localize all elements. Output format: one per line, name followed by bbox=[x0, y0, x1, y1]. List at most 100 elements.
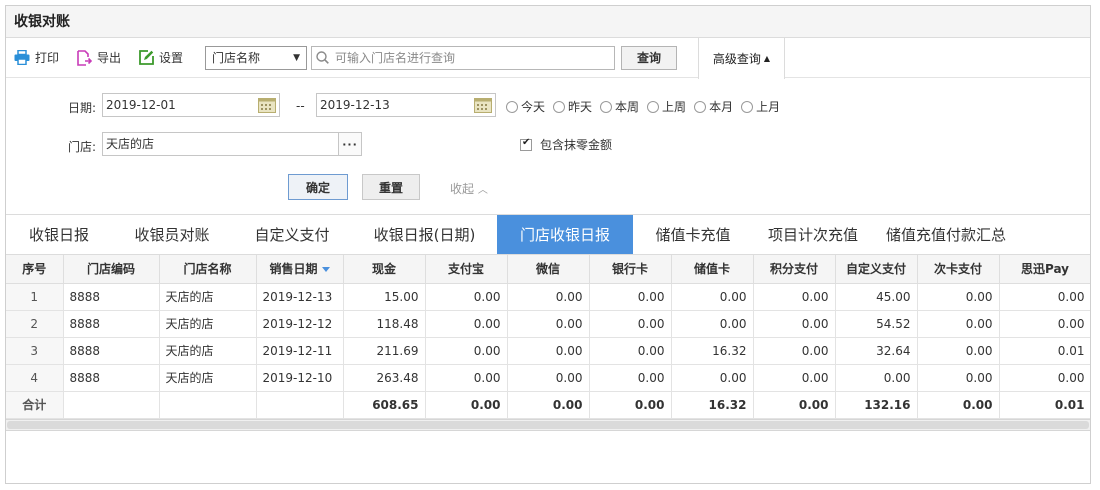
total-cell: 0.00 bbox=[425, 391, 508, 419]
radio-label: 上月 bbox=[756, 100, 781, 114]
include-rounding-option[interactable]: 包含抹零金额 bbox=[520, 136, 612, 153]
table-row[interactable]: 1 8888 天店的店 2019-12-13 15.00 0.00 0.00 0… bbox=[6, 283, 1090, 311]
column-header[interactable]: 积分支付 bbox=[753, 255, 836, 284]
column-header[interactable]: 次卡支付 bbox=[917, 255, 1000, 284]
total-cell: 132.16 bbox=[835, 391, 918, 419]
radio-circle bbox=[506, 100, 518, 113]
advanced-query-label: 高级查询 bbox=[712, 52, 761, 66]
table-cell bbox=[63, 391, 160, 419]
table-cell: 0.00 bbox=[753, 283, 836, 311]
column-header[interactable]: 门店编码 bbox=[63, 255, 160, 284]
calendar-icon[interactable] bbox=[258, 97, 276, 113]
search-field-value: 门店名称 bbox=[212, 51, 261, 65]
calendar-icon[interactable] bbox=[474, 97, 492, 113]
tab-cashier-daily-by-date[interactable]: 收银日报(日期) bbox=[352, 215, 497, 254]
radio-this-month[interactable]: 本月 bbox=[694, 98, 733, 115]
table-cell: 2019-12-11 bbox=[256, 337, 344, 365]
table-cell: 0.00 bbox=[425, 337, 508, 365]
column-header-sales-date[interactable]: 销售日期 bbox=[256, 255, 344, 284]
query-button[interactable]: 查询 bbox=[621, 45, 678, 70]
sort-desc-icon bbox=[321, 267, 330, 273]
table-cell: 15.00 bbox=[343, 283, 426, 311]
tab-cashier-reconcile[interactable]: 收银员对账 bbox=[112, 215, 232, 254]
tab-cashier-daily[interactable]: 收银日报 bbox=[6, 215, 112, 254]
column-header[interactable]: 储值卡 bbox=[671, 255, 754, 284]
date-from-input[interactable]: 2019-12-01 bbox=[102, 93, 280, 117]
include-rounding-checkbox[interactable] bbox=[520, 137, 532, 151]
reconciliation-window: 收银对账 打印 导出 设置 门店名称 ▼ 可输入门店名进行查询 查询 高级查询 … bbox=[5, 5, 1091, 484]
table-cell: 8888 bbox=[63, 283, 160, 311]
table-cell bbox=[256, 391, 344, 419]
caret-up-icon: ▲ bbox=[763, 54, 771, 63]
radio-circle bbox=[647, 100, 660, 113]
row-index: 2 bbox=[6, 310, 64, 338]
table-cell: 天店的店 bbox=[159, 310, 257, 338]
radio-this-week[interactable]: 本周 bbox=[600, 98, 639, 115]
search-field-select[interactable]: 门店名称 ▼ bbox=[205, 45, 308, 70]
table-cell: 0.00 bbox=[999, 364, 1090, 392]
table-cell: 天店的店 bbox=[159, 337, 257, 365]
radio-label: 本周 bbox=[615, 100, 640, 114]
store-value: 天店的店 bbox=[106, 137, 155, 151]
table-header-row: 序号 门店编码 门店名称 销售日期 现金 支付宝 微信 银行卡 储值卡 积分支付… bbox=[6, 255, 1090, 284]
total-cell: 0.00 bbox=[507, 391, 590, 419]
radio-label: 今天 bbox=[521, 100, 546, 114]
tab-recharge-payment-summary[interactable]: 储值充值付款汇总 bbox=[873, 215, 1019, 254]
column-header[interactable]: 自定义支付 bbox=[835, 255, 918, 284]
advanced-query-panel: 日期: 2019-12-01 -- 2019-12-13 今天 昨天 本周 上周… bbox=[6, 78, 1090, 215]
table-cell: 0.00 bbox=[507, 283, 590, 311]
export-label: 导出 bbox=[97, 51, 122, 65]
radio-circle bbox=[694, 100, 707, 113]
table-row[interactable]: 4 8888 天店的店 2019-12-10 263.48 0.00 0.00 … bbox=[6, 364, 1090, 392]
toolbar: 打印 导出 设置 门店名称 ▼ 可输入门店名进行查询 查询 高级查询 ▲ bbox=[6, 38, 1090, 79]
collapse-link[interactable]: 收起 ︿ bbox=[450, 180, 488, 197]
radio-today[interactable]: 今天 bbox=[506, 98, 545, 115]
radio-last-week[interactable]: 上周 bbox=[647, 98, 686, 115]
table-cell: 211.69 bbox=[343, 337, 426, 365]
radio-yesterday[interactable]: 昨天 bbox=[553, 98, 592, 115]
table-cell: 2019-12-13 bbox=[256, 283, 344, 311]
tab-store-cashier-daily[interactable]: 门店收银日报 bbox=[497, 215, 633, 254]
column-header[interactable]: 现金 bbox=[343, 255, 426, 284]
radio-circle bbox=[741, 100, 754, 113]
table-cell: 0.00 bbox=[917, 364, 1000, 392]
table-cell: 8888 bbox=[63, 310, 160, 338]
table-cell: 0.00 bbox=[753, 364, 836, 392]
search-icon bbox=[316, 51, 329, 64]
search-input[interactable] bbox=[333, 49, 614, 66]
column-header[interactable]: 银行卡 bbox=[589, 255, 672, 284]
table-cell: 0.00 bbox=[589, 310, 672, 338]
tab-count-item-recharge[interactable]: 项目计次充值 bbox=[753, 215, 873, 254]
confirm-button[interactable]: 确定 bbox=[288, 174, 348, 200]
column-header[interactable]: 门店名称 bbox=[159, 255, 257, 284]
column-header[interactable]: 支付宝 bbox=[425, 255, 508, 284]
store-picker-button[interactable]: ··· bbox=[338, 132, 362, 156]
print-label: 打印 bbox=[35, 51, 60, 65]
table-cell: 0.00 bbox=[425, 310, 508, 338]
tab-custom-payment[interactable]: 自定义支付 bbox=[232, 215, 352, 254]
print-button[interactable]: 打印 bbox=[14, 49, 59, 66]
total-cell: 16.32 bbox=[671, 391, 754, 419]
store-input[interactable]: 天店的店 bbox=[102, 132, 361, 156]
export-button[interactable]: 导出 bbox=[77, 49, 121, 66]
printer-icon bbox=[14, 50, 30, 65]
radio-last-month[interactable]: 上月 bbox=[741, 98, 780, 115]
total-cell: 0.00 bbox=[753, 391, 836, 419]
reset-button[interactable]: 重置 bbox=[362, 174, 420, 200]
table-row[interactable]: 2 8888 天店的店 2019-12-12 118.48 0.00 0.00 … bbox=[6, 310, 1090, 338]
horizontal-scrollbar[interactable] bbox=[6, 418, 1090, 431]
date-label: 日期: bbox=[68, 101, 97, 115]
table-cell: 天店的店 bbox=[159, 364, 257, 392]
advanced-query-button[interactable]: 高级查询 ▲ bbox=[698, 38, 785, 79]
scrollbar-thumb[interactable] bbox=[7, 420, 1089, 429]
tab-stored-card-recharge[interactable]: 储值卡充值 bbox=[633, 215, 753, 254]
column-header[interactable]: 思迅Pay bbox=[999, 255, 1090, 284]
table-cell: 0.00 bbox=[917, 310, 1000, 338]
settings-button[interactable]: 设置 bbox=[139, 49, 183, 66]
table-row[interactable]: 3 8888 天店的店 2019-12-11 211.69 0.00 0.00 … bbox=[6, 337, 1090, 365]
column-header[interactable]: 微信 bbox=[507, 255, 590, 284]
column-header-label: 销售日期 bbox=[269, 262, 318, 277]
table-cell: 0.00 bbox=[589, 364, 672, 392]
date-to-input[interactable]: 2019-12-13 bbox=[316, 93, 496, 117]
radio-label: 本月 bbox=[709, 100, 734, 114]
